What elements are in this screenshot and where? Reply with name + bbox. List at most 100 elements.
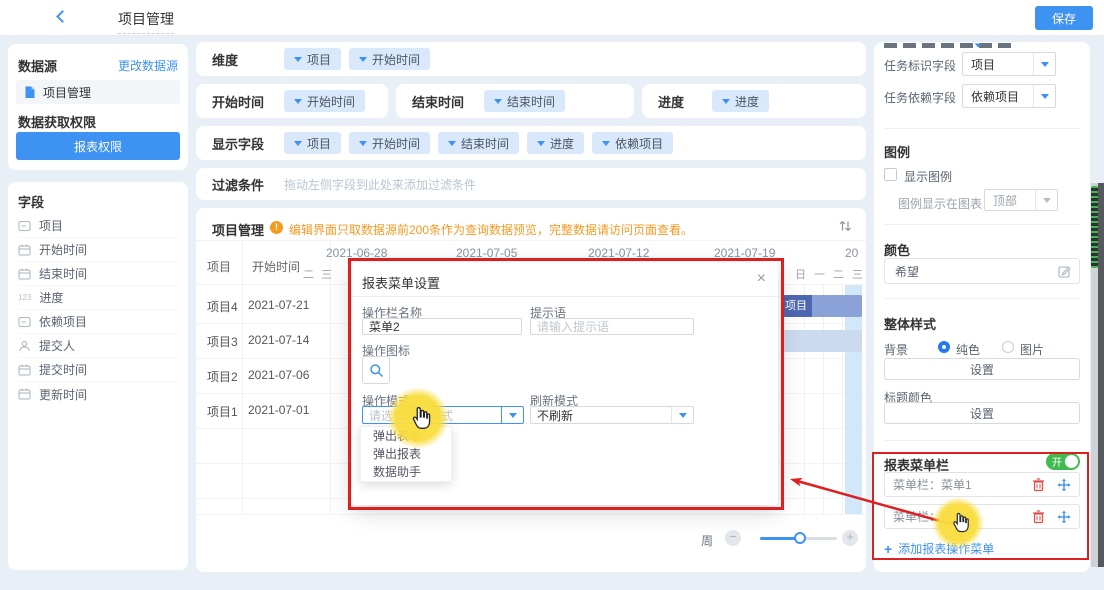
weekday-label: 日 <box>795 266 806 282</box>
search-icon <box>369 363 384 378</box>
dropdown-option[interactable]: 弹出报表 <box>361 445 451 463</box>
field-item[interactable]: 依赖项目 <box>18 310 178 334</box>
field-item[interactable]: 123 进度 <box>18 286 178 310</box>
day-grid-line <box>842 285 843 514</box>
caret-down-icon <box>294 99 302 104</box>
bg-solid-label: 纯色 <box>956 341 980 358</box>
date-header: 2021-07-12 <box>588 246 649 260</box>
filter-label: 过滤条件 <box>212 175 276 194</box>
select-caret-box <box>1033 53 1055 75</box>
menu-bar-item[interactable]: 菜单栏：菜单2 <box>884 504 1080 529</box>
action-name-input[interactable] <box>362 318 522 335</box>
bg-image-radio[interactable] <box>1002 340 1014 354</box>
end-time-row: 结束时间 结束时间 <box>396 84 634 118</box>
field-item[interactable]: 项目 <box>18 214 178 238</box>
zoom-unit-label: 周 <box>701 532 713 549</box>
task-id-select[interactable]: 项目 <box>962 52 1056 76</box>
caret-down-icon <box>509 413 517 418</box>
column-header-start: 开始时间 <box>252 258 300 275</box>
display-chip[interactable]: 开始时间 <box>349 132 430 154</box>
show-legend-checkbox[interactable] <box>884 168 897 181</box>
caret-down-icon <box>359 57 367 62</box>
day-grid-line <box>823 285 824 514</box>
zoom-out-button[interactable]: − <box>725 530 741 546</box>
task-dep-select[interactable]: 依赖项目 <box>962 84 1056 108</box>
date-header: 20 <box>845 246 858 260</box>
row-start-date: 2021-07-06 <box>248 368 309 382</box>
field-item[interactable]: 更新时间 <box>18 382 178 406</box>
gantt-bar[interactable] <box>812 295 862 317</box>
row-start-date: 2021-07-21 <box>248 298 309 312</box>
caret-down-icon <box>602 141 610 146</box>
filter-row[interactable]: 过滤条件 拖动左侧字段到此处来添加过滤条件 <box>196 168 866 200</box>
day-grid-line <box>804 285 805 514</box>
sort-icon[interactable] <box>838 219 852 233</box>
display-chip[interactable]: 进度 <box>527 132 584 154</box>
caret-down-icon <box>1041 62 1049 67</box>
dimension-chip[interactable]: 开始时间 <box>349 48 430 70</box>
task-id-label: 任务标识字段 <box>884 57 956 74</box>
chip-label: 依赖项目 <box>615 135 663 152</box>
datasource-item[interactable]: 项目管理 <box>16 80 180 104</box>
start-time-chip[interactable]: 开始时间 <box>284 90 365 112</box>
caret-down-icon <box>294 141 302 146</box>
end-time-chip[interactable]: 结束时间 <box>484 90 565 112</box>
field-item[interactable]: 提交时间 <box>18 358 178 382</box>
dimension-chip[interactable]: 项目 <box>284 48 341 70</box>
progress-chip[interactable]: 进度 <box>712 90 769 112</box>
menu-bar-item-label: 菜单栏：菜单2 <box>885 508 1032 525</box>
move-icon[interactable] <box>1057 478 1071 492</box>
display-chip[interactable]: 依赖项目 <box>592 132 673 154</box>
bg-solid-radio[interactable] <box>938 340 950 354</box>
slider-handle[interactable] <box>794 532 806 544</box>
delete-icon[interactable] <box>1032 478 1045 492</box>
action-mode-select[interactable]: 请选择对接模式 <box>362 406 524 424</box>
field-item-label: 项目 <box>39 217 63 234</box>
column-header-project: 项目 <box>207 258 231 275</box>
field-item-label: 提交人 <box>39 337 75 354</box>
move-icon[interactable] <box>1057 510 1071 524</box>
divider <box>884 224 1080 225</box>
title-color-settings-button[interactable]: 设置 <box>884 402 1080 424</box>
change-datasource-link[interactable]: 更改数据源 <box>118 57 178 74</box>
field-item[interactable]: 开始时间 <box>18 238 178 262</box>
dropdown-option[interactable]: 数据助手 <box>361 463 451 481</box>
action-icon-button[interactable] <box>362 356 390 384</box>
task-dep-label: 任务依赖字段 <box>884 89 956 106</box>
back-icon[interactable] <box>56 10 69 23</box>
report-menu-toggle[interactable]: 开 <box>1046 453 1080 470</box>
field-item[interactable]: 提交人 <box>18 334 178 358</box>
legend-position-label: 图例显示在图表 <box>898 195 982 212</box>
refresh-mode-select[interactable]: 不刷新 <box>530 406 694 424</box>
table-border <box>196 514 866 515</box>
row-project-name: 项目1 <box>207 403 238 420</box>
delete-icon[interactable] <box>1032 510 1045 524</box>
field-item-label: 更新时间 <box>39 386 87 403</box>
select-caret-box <box>1033 85 1055 107</box>
legend-position-select[interactable]: 顶部 <box>984 189 1058 211</box>
report-permission-button[interactable]: 报表权限 <box>16 132 180 160</box>
tip-input[interactable] <box>530 318 694 335</box>
field-item[interactable]: 结束时间 <box>18 262 178 286</box>
color-field[interactable]: 希望 <box>884 258 1080 284</box>
dialog-title: 报表菜单设置 <box>362 273 440 292</box>
gantt-bar-label[interactable]: 项目4 <box>783 295 812 317</box>
zoom-in-button[interactable]: + <box>842 530 858 546</box>
dialog-divider <box>352 296 778 297</box>
weekday-label: 三 <box>321 266 332 282</box>
dropdown-option[interactable]: 弹出表单 <box>361 427 451 445</box>
bg-settings-button[interactable]: 设置 <box>884 358 1080 380</box>
add-report-menu-link[interactable]: + 添加报表操作菜单 <box>884 540 994 557</box>
scrollbar-thumb[interactable] <box>1091 186 1098 268</box>
save-button[interactable]: 保存 <box>1035 6 1093 30</box>
color-title: 颜色 <box>884 240 910 259</box>
gantt-bar[interactable] <box>783 330 862 352</box>
menu-bar-item[interactable]: 菜单栏：菜单1 <box>884 472 1080 497</box>
select-caret-box <box>1035 190 1057 210</box>
app-window: 项目管理 保存 数据源 更改数据源 项目管理 数据获取权限 报表权限 字段 项目… <box>0 0 1104 590</box>
display-chip[interactable]: 结束时间 <box>438 132 519 154</box>
edit-icon[interactable] <box>1058 265 1071 278</box>
display-chip[interactable]: 项目 <box>284 132 341 154</box>
close-icon[interactable]: × <box>757 270 766 288</box>
display-fields-row: 显示字段 项目 开始时间 结束时间 进度 依赖项目 <box>196 126 866 160</box>
